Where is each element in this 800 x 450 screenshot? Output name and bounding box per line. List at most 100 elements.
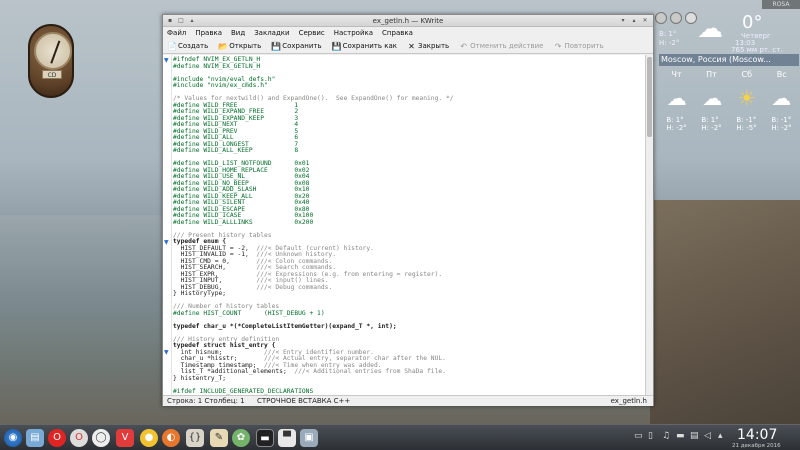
maximize-button[interactable]: ▴ (630, 17, 638, 25)
kwrite-icon[interactable]: ✎ (210, 429, 228, 447)
window-title: ex_getln.h — KWrite (372, 17, 444, 25)
opera-icon[interactable]: O (48, 429, 66, 447)
screenshot-icon[interactable]: ▣ (300, 429, 318, 447)
close-document-button[interactable]: ✕ Закрыть (407, 42, 449, 51)
undo-icon: ↶ (460, 41, 467, 51)
toolbar: 📄 Создать 📂 Открыть 💾 Сохранить 💾 Сохранить … (163, 39, 653, 54)
clock-face (34, 32, 72, 70)
window-titlebar[interactable]: ▪ □ ▴ ex_getln.h — KWrite ▾ ▴ ✕ (163, 15, 653, 27)
save-icon: 💾 (271, 41, 282, 51)
menu-bookmarks[interactable]: Закладки (254, 27, 289, 39)
vertical-scrollbar[interactable] (645, 55, 653, 395)
redo-label: Повторить (564, 42, 604, 50)
menubar: Файл Правка Вид Закладки Сервис Настройк… (163, 27, 653, 39)
weather-city: Moscow, Россия (Moscow... (659, 54, 799, 66)
save-button[interactable]: 💾 Сохранить (271, 42, 321, 51)
keyboard-layout-icon[interactable]: ▬ (676, 431, 685, 441)
menu-view[interactable]: Вид (231, 27, 245, 39)
vivaldi-icon[interactable]: V (116, 429, 134, 447)
opera-alt-icon[interactable]: O (70, 429, 88, 447)
fold-gutter[interactable]: ▼ ▼ ▼ (163, 55, 172, 395)
folder-open-icon: 📂 (218, 41, 229, 51)
terminal-icon[interactable]: ▬ (256, 429, 274, 447)
fold-marker-icon[interactable]: ▼ (164, 239, 169, 246)
sun-cloud-icon: ☀ (737, 86, 756, 110)
scrollbar-thumb[interactable] (647, 57, 652, 137)
tray-expand-icon[interactable]: ▴ (718, 431, 723, 441)
save-as-label: Сохранить как (342, 42, 397, 50)
close-button[interactable]: ✕ (641, 17, 649, 25)
weather-day-temp: В: -1° Н: -2° (771, 116, 792, 132)
pin-icon[interactable]: □ (177, 17, 185, 25)
menu-help[interactable]: Справка (382, 27, 413, 39)
save-as-icon: 💾 (331, 41, 342, 51)
code-text[interactable]: #ifndef NVIM_EX_GETLN_H #define NVIM_EX_G… (173, 56, 643, 395)
undo-label: Отменить действие (470, 42, 544, 50)
file-name: ex_getln.h (610, 397, 647, 405)
tray-bell-icon[interactable]: ♫ (662, 431, 670, 441)
weather-day-temp: В: 1° Н: -2° (701, 116, 722, 132)
weather-pressure: 765 мм рт. ст. (731, 46, 783, 54)
undo-button[interactable]: ↶ Отменить действие (459, 42, 543, 51)
close-document-label: Закрыть (417, 42, 450, 50)
top-indicator: ROSA (762, 0, 800, 9)
new-label: Создать (178, 42, 209, 50)
clock-widget[interactable]: CD (28, 24, 74, 98)
cloud-snow-icon: ☁ (697, 14, 723, 44)
file-manager-icon[interactable]: ▤ (26, 429, 44, 447)
weather-day: Чт (671, 70, 682, 79)
save-label: Сохранить (282, 42, 322, 50)
weather-day-temp: В: 1° Н: -2° (666, 116, 687, 132)
taskbar-date[interactable]: 21 декабря 2016 (732, 443, 781, 449)
editor-area[interactable]: ▼ ▼ ▼ #ifndef NVIM_EX_GETLN_H #define NVI… (163, 55, 653, 395)
app-menu-icon[interactable]: ◉ (4, 429, 22, 447)
new-button[interactable]: 📄 Создать (167, 42, 208, 51)
weather-day-icons: ☁ ☁ ☀ ☁ (659, 86, 799, 110)
close-doc-icon: ✕ (408, 41, 415, 51)
redo-icon: ↷ (554, 41, 562, 51)
weather-day: Вс (776, 70, 787, 79)
fold-marker-icon[interactable]: ▼ (164, 349, 169, 356)
text-editor-icon[interactable]: {} (186, 429, 204, 447)
menu-edit[interactable]: Правка (195, 27, 222, 39)
cloud-snow-icon: ☁ (771, 86, 792, 110)
taskbar: ◉ ▤ O O ◯ V ● ◐ {} ✎ ✿ ▬ ▀ ▣ ▭ ▯ ♫ ▬ ▤ ◁… (0, 424, 800, 450)
open-label: Открыть (229, 42, 262, 50)
statusbar: Строка: 1 Столбец: 1 СТРОЧНОЕ ВСТАВКА C+… (163, 395, 653, 406)
redo-button[interactable]: ↷ Повторить (554, 42, 604, 51)
chrome-icon[interactable]: ● (140, 429, 158, 447)
wallpaper-shore (650, 200, 800, 430)
menu-settings[interactable]: Настройка (334, 27, 373, 39)
cloud-snow-icon: ☁ (702, 86, 723, 110)
firefox-icon[interactable]: ◐ (162, 429, 180, 447)
browser-icon[interactable]: ◯ (92, 429, 110, 447)
weather-days: Чт Пт Сб Вс (659, 70, 799, 79)
cursor-position[interactable]: Строка: 1 Столбец: 1 (167, 396, 245, 407)
editor-mode[interactable]: СТРОЧНОЕ ВСТАВКА C++ (257, 396, 350, 407)
weather-day-temps: В: 1° Н: -2° В: 1° Н: -2° В: -1° Н: -5° … (659, 116, 799, 132)
printer-icon[interactable]: ▀ (278, 429, 296, 447)
tray-network-icon[interactable]: ▯ (648, 431, 653, 441)
keep-above-icon[interactable]: ▴ (188, 17, 196, 25)
kwrite-window: ▪ □ ▴ ex_getln.h — KWrite ▾ ▴ ✕ Файл Пра… (162, 14, 654, 406)
weather-day: Сб (741, 70, 753, 79)
menu-file[interactable]: Файл (167, 27, 186, 39)
tray-clipboard-icon[interactable]: ▤ (690, 431, 699, 441)
save-as-button[interactable]: 💾 Сохранить как (332, 42, 397, 51)
tray-window-icon[interactable]: ▭ (634, 431, 643, 441)
new-file-icon: 📄 (167, 41, 177, 51)
weather-day: Пт (706, 70, 717, 79)
cloud-snow-icon: ☁ (666, 86, 687, 110)
weather-widget: ☁ В: 1° Н: -2° 0° Четверг 13:03 765 мм р… (655, 10, 800, 135)
weather-day-temp: В: -1° Н: -5° (736, 116, 757, 132)
weather-today-range: В: 1° Н: -2° (659, 30, 680, 47)
clock-label: CD (42, 70, 62, 79)
fold-marker-icon[interactable]: ▼ (164, 57, 169, 64)
open-button[interactable]: 📂 Открыть (218, 42, 261, 51)
volume-icon[interactable]: ◁ (704, 431, 711, 441)
menu-tools[interactable]: Сервис (299, 27, 325, 39)
package-manager-icon[interactable]: ✿ (232, 429, 250, 447)
taskbar-clock[interactable]: 14:07 (737, 427, 777, 443)
window-menu-icon[interactable]: ▪ (166, 17, 174, 25)
minimize-button[interactable]: ▾ (619, 17, 627, 25)
